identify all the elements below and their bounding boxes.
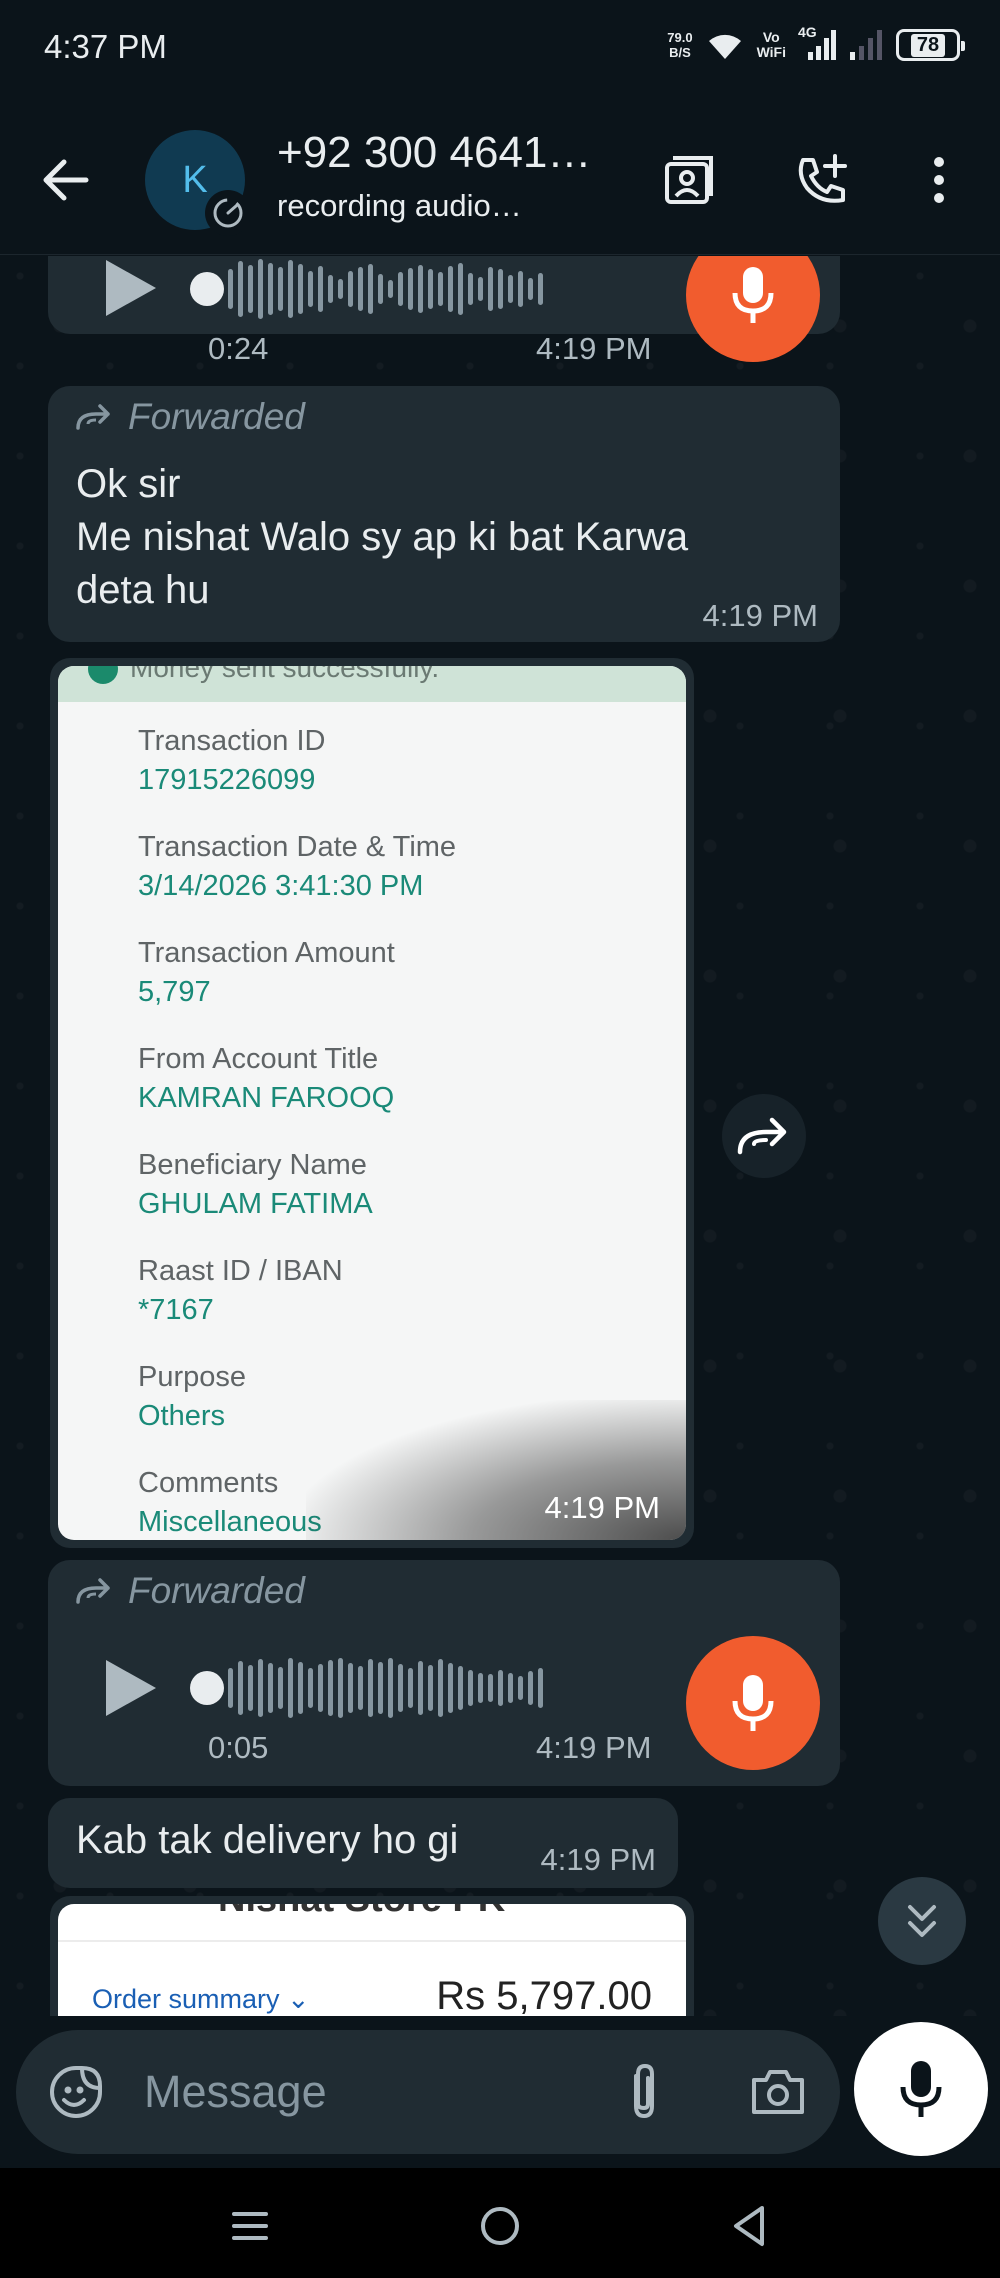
sticker-button[interactable] [48,2064,104,2120]
message-time: 4:19 PM [702,598,818,633]
contacts-button[interactable] [652,145,722,215]
mic-icon [732,267,774,323]
forwarded-label: Forwarded [74,396,305,438]
home-button[interactable] [470,2196,530,2256]
voice-waveform[interactable] [228,1648,543,1728]
contact-status: recording audio… [277,188,522,223]
more-options-button[interactable] [904,145,974,215]
add-call-icon [798,154,847,203]
voice-progress-dot[interactable] [190,272,224,306]
add-call-button[interactable] [786,145,856,215]
message-text: Ok sir Me nishat Walo sy ap ki bat Karwa… [76,462,689,612]
mic-icon [732,1675,774,1731]
message-time: 4:19 PM [544,1490,660,1525]
message-time: 4:19 PM [536,1730,652,1765]
home-circle-icon [481,2207,519,2245]
receipt-field: Beneficiary Name GHULAM FATIMA [138,1149,373,1220]
forward-share-icon [737,1117,787,1155]
order-summary-image[interactable]: Nishat Store PK Order summary ⌄ Rs 5,797… [58,1904,686,2016]
voice-progress-dot[interactable] [190,1671,224,1705]
message-time: 4:19 PM [536,331,652,366]
vowifi-indicator: Vo WiFi [756,29,786,60]
menu-lines-icon [232,2212,268,2240]
status-icons: 79.0 B/S Vo WiFi 4G 78 [667,24,965,62]
timer-icon [213,198,243,228]
signal-weak-icon [850,30,882,60]
receipt-field: Transaction Date & Time 3/14/2026 3:41:3… [138,831,457,902]
receipt-success-banner: Money sent successfully. [58,666,686,702]
voice-duration: 0:24 [208,331,269,366]
text-message[interactable]: Kab tak delivery ho gi 4:19 PM [48,1798,678,1888]
divider [58,1940,686,1942]
forward-arrow-icon [76,1578,110,1604]
back-button[interactable] [36,150,96,210]
order-amount: Rs 5,797.00 [436,1974,652,2016]
receipt-field: Comments Miscellaneous [138,1467,322,1538]
system-navigation-bar [0,2168,1000,2278]
image-message[interactable]: Money sent successfully. Transaction ID … [50,658,694,1548]
forwarded-text-message[interactable]: Forwarded Ok sir Me nishat Walo sy ap ki… [48,386,840,642]
status-time: 4:37 PM [44,28,167,65]
signal-4g-icon: 4G [798,24,836,62]
voice-waveform[interactable] [228,256,543,329]
message-input-container[interactable] [16,2030,840,2154]
forward-arrow-icon [76,404,110,430]
play-icon[interactable] [100,1656,160,1720]
battery-icon: 78 [896,29,965,61]
network-speed: 79.0 B/S [667,30,693,60]
back-arrow-icon [43,159,89,201]
receipt-field: Purpose Others [138,1361,247,1432]
sticker-emoji-icon [50,2066,102,2118]
voice-duration: 0:05 [208,1730,269,1765]
receipt-field: Raast ID / IBAN *7167 [138,1255,343,1326]
status-bar: 4:37 PM 79.0 B/S Vo WiFi 4G 78 [0,0,1000,100]
voice-mic-badge [686,256,820,362]
image-message[interactable]: Nishat Store PK Order summary ⌄ Rs 5,797… [50,1896,694,2016]
record-voice-button[interactable] [854,2022,988,2156]
message-input[interactable] [144,2060,574,2124]
message-text: Kab tak delivery ho gi [76,1818,459,1862]
recents-button[interactable] [220,2196,280,2256]
store-title: Nishat Store PK [218,1904,505,1921]
success-check-icon [88,666,118,684]
contacts-book-icon [665,156,713,204]
voice-mic-badge [686,1636,820,1770]
receipt-field: Transaction Amount 5,797 [138,937,395,1008]
order-summary-label: Order summary ⌄ [92,1984,310,2014]
chat-header: K +92 300 4641… recording audio… [0,100,1000,255]
receipt-field: From Account Title KAMRAN FAROOQ [138,1043,395,1114]
forwarded-label: Forwarded [74,1570,305,1612]
forward-button[interactable] [722,1094,806,1178]
receipt-field: Transaction ID 17915226099 [138,725,326,796]
message-composer [0,2016,1000,2168]
paperclip-icon [634,2063,654,2119]
camera-button[interactable] [748,2062,808,2122]
play-icon[interactable] [100,256,160,320]
message-time: 4:19 PM [540,1842,656,1877]
contact-name[interactable]: +92 300 4641… [277,128,591,178]
double-chevron-down-icon [908,1905,936,1937]
scroll-to-bottom-button[interactable] [878,1877,966,1965]
chat-area[interactable]: 0:24 4:19 PM Forwarded Ok sir Me nishat … [0,256,1000,2016]
disappearing-timer-badge [205,190,251,236]
back-triangle-icon [734,2206,764,2246]
receipt-image[interactable]: Money sent successfully. Transaction ID … [58,666,686,1540]
camera-icon [752,2070,804,2114]
back-nav-button[interactable] [720,2196,780,2256]
attach-button[interactable] [616,2062,672,2122]
wifi-icon [708,34,741,59]
more-vert-icon [934,157,944,203]
mic-icon [900,2061,942,2117]
